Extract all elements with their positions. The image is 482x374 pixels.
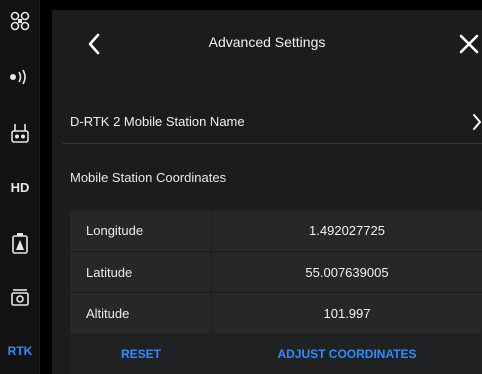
altitude-label: Altitude — [70, 293, 212, 333]
station-name-label: D-RTK 2 Mobile Station Name — [70, 114, 245, 129]
coordinate-row-altitude: Altitude 101.997 — [70, 292, 482, 333]
latitude-label: Latitude — [70, 252, 212, 292]
coordinates-section-title: Mobile Station Coordinates — [70, 170, 227, 185]
action-bar: RESET ADJUST COORDINATES — [70, 333, 482, 374]
sidebar-item-rtk[interactable]: RTK — [0, 336, 40, 366]
close-icon — [459, 34, 479, 54]
sidebar-item-signal[interactable] — [0, 62, 40, 92]
longitude-value: 1.492027725 — [309, 223, 385, 238]
drone-icon — [10, 11, 30, 31]
panel-header: Advanced Settings — [52, 10, 482, 82]
station-name-row[interactable]: D-RTK 2 Mobile Station Name — [62, 100, 482, 144]
longitude-label: Longitude — [70, 210, 212, 251]
remote-controller-icon — [11, 124, 29, 143]
sidebar-item-hd[interactable]: HD — [0, 172, 40, 202]
coordinate-row-longitude: Longitude 1.492027725 — [70, 210, 482, 251]
chevron-right-icon — [473, 114, 481, 130]
settings-panel: Advanced Settings D-RTK 2 Mobile Station… — [52, 10, 482, 374]
reset-button[interactable]: RESET — [70, 347, 212, 361]
app-root: HD RTK Advanced Settings D-RTK 2 Mobile … — [0, 0, 482, 374]
signal-broadcast-icon — [10, 69, 26, 85]
altitude-value: 101.997 — [323, 305, 371, 321]
sidebar-item-remote[interactable] — [0, 118, 40, 148]
battery-icon — [12, 233, 28, 254]
sidebar-item-aircraft[interactable] — [0, 6, 40, 36]
sidebar: HD RTK — [0, 0, 40, 374]
sidebar-item-battery[interactable] — [0, 228, 40, 258]
hd-label: HD — [10, 179, 30, 195]
rtk-icon: RTK — [7, 344, 33, 358]
coordinate-row-latitude: Latitude 55.007639005 — [70, 251, 482, 292]
close-button[interactable] — [456, 30, 482, 58]
latitude-value: 55.007639005 — [305, 264, 389, 280]
page-title: Advanced Settings — [208, 34, 326, 50]
adjust-coordinates-button[interactable]: ADJUST COORDINATES — [212, 347, 482, 361]
coordinates-table: Longitude 1.492027725 Latitude 55.007639… — [70, 210, 482, 333]
sidebar-item-camera[interactable] — [0, 282, 40, 312]
camera-icon — [11, 289, 29, 306]
